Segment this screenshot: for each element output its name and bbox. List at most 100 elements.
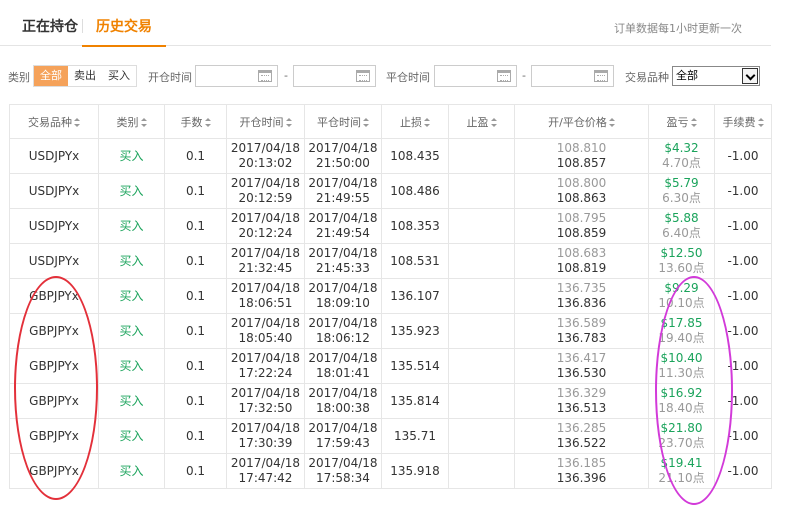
cell-take-profit — [448, 138, 515, 174]
col-header-fee[interactable]: 手续费 — [714, 104, 772, 139]
col-header-close-time[interactable]: 平仓时间 — [304, 104, 382, 139]
cell-type: 买入 — [98, 313, 165, 349]
update-note: 订单数据每1小时更新一次 — [614, 22, 742, 35]
cell-lots: 0.1 — [164, 418, 227, 454]
cell-fee: -1.00 — [714, 138, 772, 174]
table-row: GBPJPYx 买入 0.1 2017/04/18 17:22:24 2017/04/18… — [9, 348, 772, 384]
cell-prices: 108.800 108.863 — [514, 173, 649, 209]
tab-bar: 正在持仓 历史交易 订单数据每1小时更新一次 — [0, 0, 771, 47]
sort-icon[interactable] — [690, 117, 697, 127]
calendar-icon[interactable] — [356, 70, 370, 82]
col-header-type[interactable]: 类别 — [98, 104, 165, 139]
product-filter-label: 交易品种 — [625, 71, 669, 84]
col-header-open-time[interactable]: 开仓时间 — [226, 104, 305, 139]
cell-take-profit — [448, 383, 515, 419]
cell-lots: 0.1 — [164, 313, 227, 349]
sort-icon[interactable] — [74, 117, 80, 127]
cell-lots: 0.1 — [164, 173, 227, 209]
cell-stop-loss: 108.353 — [381, 208, 449, 244]
sort-icon[interactable] — [608, 117, 615, 127]
cell-type: 买入 — [98, 453, 165, 489]
type-option-all[interactable]: 全部 — [34, 66, 68, 86]
cell-take-profit — [448, 278, 515, 314]
cell-stop-loss: 135.918 — [381, 453, 449, 489]
tab-current-positions[interactable]: 正在持仓 — [22, 16, 78, 46]
close-time-start-input[interactable] — [434, 65, 517, 87]
cell-close-time: 2017/04/18 21:49:54 — [304, 208, 382, 244]
cell-prices: 108.810 108.857 — [514, 138, 649, 174]
type-option-buy[interactable]: 买入 — [102, 66, 136, 86]
filter-bar: 类别 全部 卖出 买入 开仓时间 - 平仓时间 - 交易品种 全部 — [0, 64, 800, 88]
cell-lots: 0.1 — [164, 243, 227, 279]
open-time-label: 开仓时间 — [148, 71, 192, 84]
cell-take-profit — [448, 418, 515, 454]
table-row: GBPJPYx 买入 0.1 2017/04/18 17:47:42 2017/04/18… — [9, 453, 772, 489]
calendar-icon[interactable] — [497, 70, 511, 82]
table-row: USDJPYx 买入 0.1 2017/04/18 20:12:59 2017/04/18… — [9, 173, 772, 209]
cell-prices: 136.417 136.530 — [514, 348, 649, 384]
calendar-icon[interactable] — [594, 70, 608, 82]
cell-open-time: 2017/04/18 20:12:24 — [226, 208, 305, 244]
cell-fee: -1.00 — [714, 243, 772, 279]
cell-fee: -1.00 — [714, 208, 772, 244]
cell-type: 买入 — [98, 383, 165, 419]
table-row: GBPJPYx 买入 0.1 2017/04/18 18:05:40 2017/04/18… — [9, 313, 772, 349]
col-header-prices[interactable]: 开/平仓价格 — [514, 104, 649, 139]
close-time-end-input[interactable] — [531, 65, 614, 87]
sort-icon[interactable] — [424, 117, 430, 127]
type-option-sell[interactable]: 卖出 — [68, 66, 102, 86]
col-header-take-profit[interactable]: 止盈 — [448, 104, 515, 139]
cell-take-profit — [448, 173, 515, 209]
cell-close-time: 2017/04/18 21:45:33 — [304, 243, 382, 279]
col-header-pnl[interactable]: 盈亏 — [648, 104, 715, 139]
cell-open-time: 2017/04/18 20:12:59 — [226, 173, 305, 209]
calendar-icon[interactable] — [258, 70, 272, 82]
sort-icon[interactable] — [363, 117, 369, 127]
cell-symbol: GBPJPYx — [9, 383, 99, 419]
cell-open-time: 2017/04/18 17:22:24 — [226, 348, 305, 384]
cell-close-time: 2017/04/18 17:58:34 — [304, 453, 382, 489]
cell-lots: 0.1 — [164, 348, 227, 384]
cell-pnl: $4.32 4.70点 — [648, 138, 715, 174]
cell-symbol: GBPJPYx — [9, 453, 99, 489]
cell-type: 买入 — [98, 173, 165, 209]
sort-icon[interactable] — [757, 117, 764, 127]
cell-symbol: USDJPYx — [9, 243, 99, 279]
table-row: USDJPYx 买入 0.1 2017/04/18 21:32:45 2017/04/18… — [9, 243, 772, 279]
sort-icon[interactable] — [204, 117, 211, 127]
open-time-start-input[interactable] — [195, 65, 278, 87]
open-time-end-input[interactable] — [293, 65, 376, 87]
chevron-down-icon[interactable] — [742, 68, 758, 84]
cell-close-time: 2017/04/18 21:49:55 — [304, 173, 382, 209]
cell-prices: 108.683 108.819 — [514, 243, 649, 279]
cell-symbol: GBPJPYx — [9, 348, 99, 384]
sort-icon[interactable] — [490, 117, 497, 127]
cell-stop-loss: 108.486 — [381, 173, 449, 209]
cell-fee: -1.00 — [714, 313, 772, 349]
cell-stop-loss: 135.923 — [381, 313, 449, 349]
cell-prices: 136.589 136.783 — [514, 313, 649, 349]
cell-open-time: 2017/04/18 17:32:50 — [226, 383, 305, 419]
product-select[interactable]: 全部 — [672, 66, 760, 86]
sort-icon[interactable] — [285, 117, 292, 127]
cell-stop-loss: 136.107 — [381, 278, 449, 314]
cell-symbol: GBPJPYx — [9, 278, 99, 314]
cell-open-time: 2017/04/18 18:05:40 — [226, 313, 305, 349]
cell-stop-loss: 135.71 — [381, 418, 449, 454]
cell-type: 买入 — [98, 243, 165, 279]
cell-symbol: USDJPYx — [9, 173, 99, 209]
col-header-stop-loss[interactable]: 止损 — [381, 104, 449, 139]
tab-trade-history[interactable]: 历史交易 — [82, 16, 166, 47]
cell-close-time: 2017/04/18 17:59:43 — [304, 418, 382, 454]
sort-icon[interactable] — [140, 117, 147, 127]
cell-open-time: 2017/04/18 20:13:02 — [226, 138, 305, 174]
cell-stop-loss: 135.814 — [381, 383, 449, 419]
cell-symbol: GBPJPYx — [9, 418, 99, 454]
col-header-symbol[interactable]: 交易品种 — [9, 104, 99, 139]
col-header-lots[interactable]: 手数 — [164, 104, 227, 139]
cell-pnl: $19.41 21.10点 — [648, 453, 715, 489]
product-select-value: 全部 — [676, 69, 698, 82]
cell-symbol: GBPJPYx — [9, 313, 99, 349]
cell-lots: 0.1 — [164, 278, 227, 314]
cell-fee: -1.00 — [714, 348, 772, 384]
